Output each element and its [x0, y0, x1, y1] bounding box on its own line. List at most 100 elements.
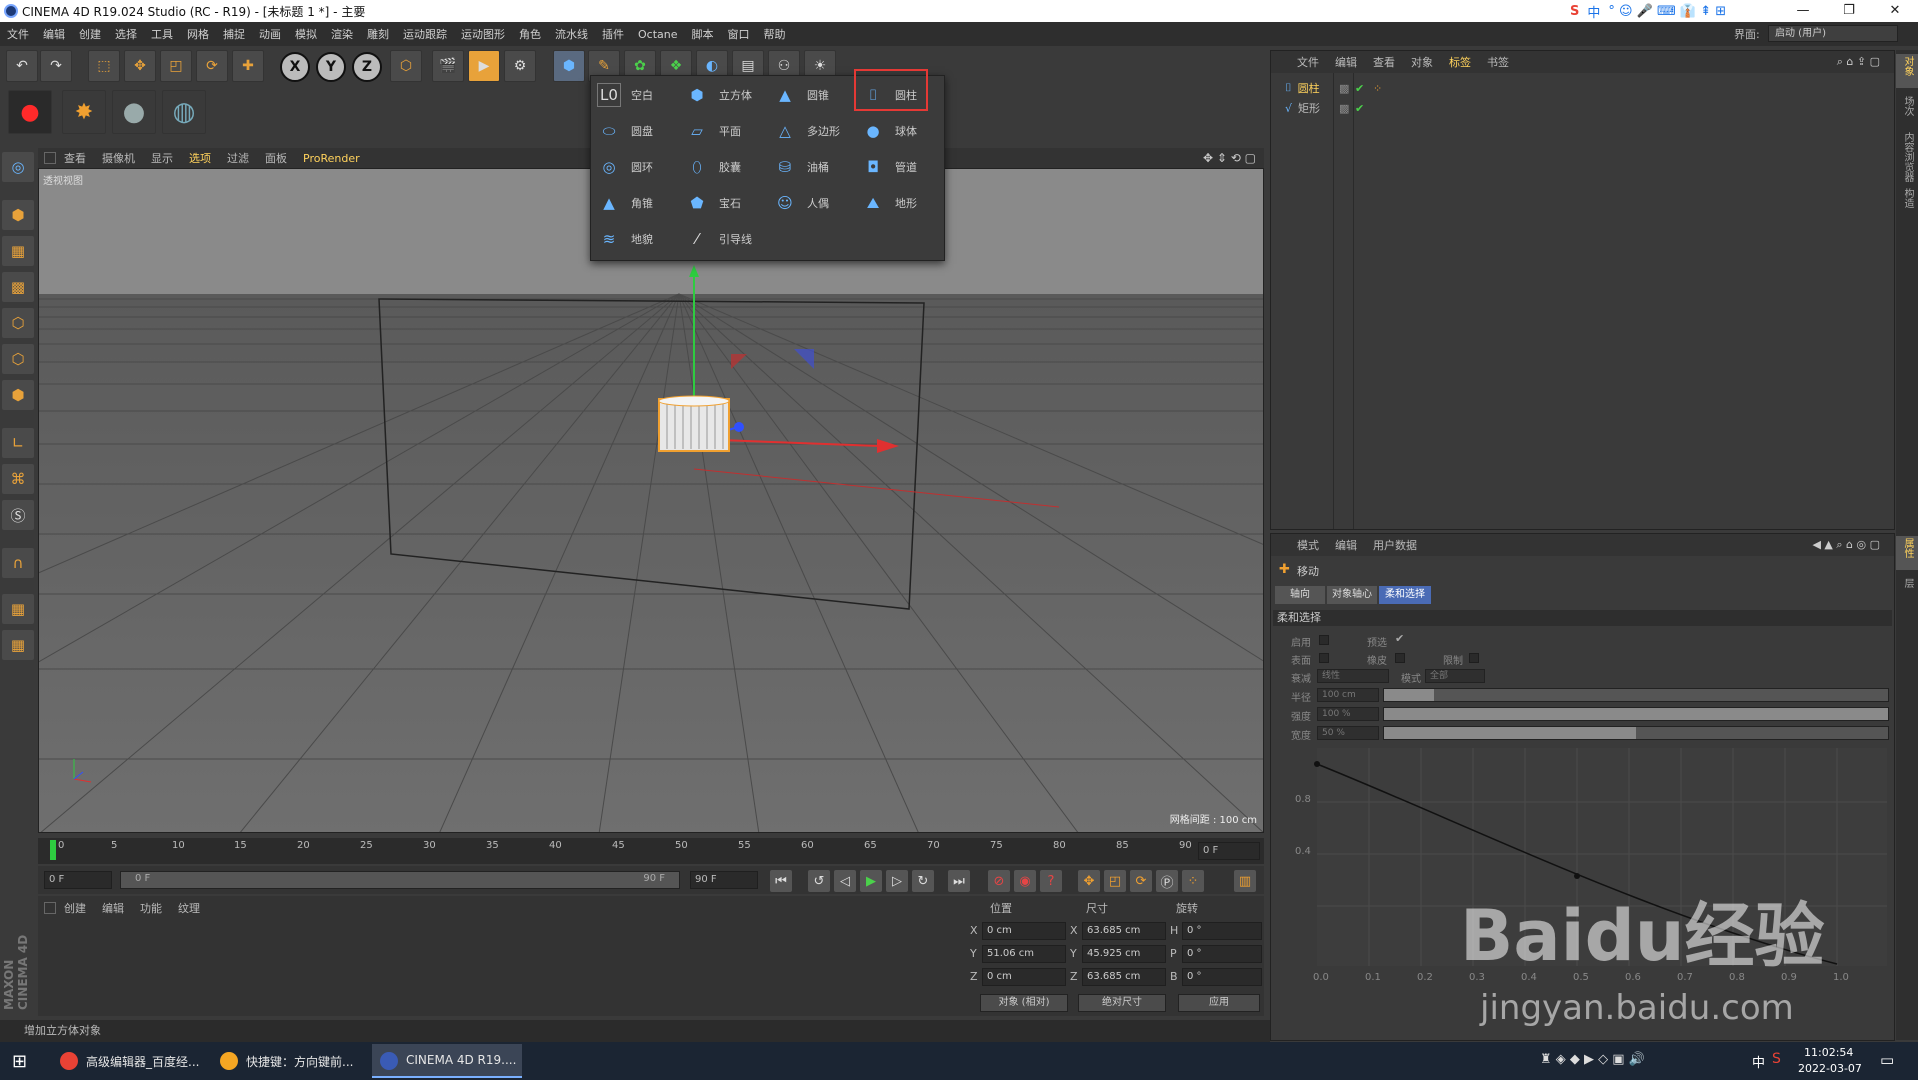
coordinate-system-button[interactable]: ⬡ — [390, 50, 422, 82]
clock-date[interactable]: 2022-03-07 — [1798, 1062, 1862, 1075]
menu-sculpt[interactable]: 雕刻 — [360, 26, 396, 42]
falloff-select[interactable]: 线性 — [1317, 669, 1389, 683]
tab-content-browser[interactable]: 内容浏览器 — [1899, 132, 1915, 182]
strength-slider[interactable] — [1383, 707, 1889, 721]
tab-structure[interactable]: 构造 — [1899, 188, 1915, 208]
menu-file[interactable]: 文件 — [0, 26, 36, 42]
viewport-menu-filter[interactable]: 过滤 — [219, 150, 257, 166]
popup-item-null[interactable]: L0 空白 — [597, 80, 653, 110]
taskbar-app-video[interactable]: 快捷键：方向键前... — [212, 1044, 368, 1078]
key-param-button[interactable]: Ⓟ — [1156, 870, 1178, 892]
prev-frame-button[interactable]: ◁ — [834, 870, 856, 892]
material-menu-texture[interactable]: 纹理 — [170, 900, 208, 916]
pos-y-input[interactable]: 51.06 cm — [982, 945, 1066, 963]
minimize-button[interactable]: — — [1780, 0, 1826, 22]
notification-icon[interactable]: ▭ — [1880, 1051, 1894, 1069]
popup-item-oil-tank[interactable]: ⛁ 油桶 — [773, 152, 829, 182]
goto-start-button[interactable]: ⏮ — [770, 870, 792, 892]
restrict-checkbox[interactable] — [1469, 653, 1479, 663]
tab-object-axis[interactable]: 对象轴心 — [1327, 586, 1377, 604]
popup-item-polygon[interactable]: △ 多边形 — [773, 116, 840, 146]
visibility-icon[interactable]: ▩ — [1339, 82, 1349, 95]
popup-item-torus[interactable]: ◎ 圆环 — [597, 152, 653, 182]
obj-menu-bookmarks[interactable]: 书签 — [1479, 54, 1517, 70]
size-z-input[interactable]: 63.685 cm — [1082, 968, 1166, 986]
viewport-menu-options[interactable]: 选项 — [181, 150, 219, 166]
attr-menu-edit[interactable]: 编辑 — [1327, 537, 1365, 553]
playhead[interactable] — [50, 840, 56, 860]
key-position-button[interactable]: ✥ — [1078, 870, 1100, 892]
rot-b-input[interactable]: 0 ° — [1182, 968, 1262, 986]
polygons-mode-tool[interactable]: ⬢ — [2, 380, 34, 410]
grid-lock-tool[interactable]: ▦ — [2, 594, 34, 624]
check-icon[interactable]: ✔ — [1355, 82, 1364, 95]
attr-nav-icons[interactable]: ◀ ▲ ⌕ ⌂ ◎ ▢ — [1804, 538, 1888, 552]
ime-toolbar[interactable]: S 中 ° ☺ 🎤 ⌨ 👔 ⇞ ⊞ — [1562, 0, 1772, 22]
windows-start-icon[interactable]: ⊞ — [12, 1051, 27, 1072]
viewport-menu-panel[interactable]: 面板 — [257, 150, 295, 166]
menu-script[interactable]: 脚本 — [685, 26, 721, 42]
move-button[interactable]: ✥ — [124, 50, 156, 82]
workplane-tool[interactable]: ▩ — [2, 272, 34, 302]
menu-mesh[interactable]: 网格 — [180, 26, 216, 42]
popup-item-cube[interactable]: ⬢ 立方体 — [685, 80, 752, 110]
key-scale-button[interactable]: ◰ — [1104, 870, 1126, 892]
coordinate-mode-select[interactable]: 对象 (相对) — [980, 994, 1068, 1012]
menu-render[interactable]: 渲染 — [324, 26, 360, 42]
taskbar-app-chrome[interactable]: 高级编辑器_百度经... — [52, 1044, 208, 1078]
popup-item-disc[interactable]: ⬭ 圆盘 — [597, 116, 653, 146]
popup-item-plane[interactable]: ▱ 平面 — [685, 116, 741, 146]
popup-item-sphere[interactable]: ● 球体 — [861, 116, 917, 146]
autokey-button[interactable]: ◉ — [1014, 870, 1036, 892]
object-row-cylinder[interactable]: ⌷ 圆柱 ▩ ✔ ⁘ — [1285, 79, 1382, 97]
y-axis-button[interactable]: Y — [316, 52, 346, 82]
globe-tool[interactable]: ◎ — [2, 152, 34, 182]
tweak-tool[interactable]: ⌘ — [2, 464, 34, 494]
popup-item-landscape[interactable]: ⛰ 地形 — [861, 188, 917, 218]
obj-menu-edit[interactable]: 编辑 — [1327, 54, 1365, 70]
x-axis-button[interactable]: X — [280, 52, 310, 82]
tab-layers[interactable]: 层 — [1899, 578, 1915, 588]
obj-search-icons[interactable]: ⌕ ⌂ ⇪ ▢ — [1829, 55, 1888, 69]
width-input[interactable]: 50 % — [1317, 726, 1379, 740]
tag-icon[interactable]: ⁘ — [1373, 82, 1382, 95]
rubber-checkbox[interactable] — [1395, 653, 1405, 663]
start-frame-field[interactable]: 0 F — [44, 871, 112, 889]
viewport-menu-camera[interactable]: 摄像机 — [94, 150, 143, 166]
end-frame-field[interactable]: 90 F — [690, 871, 758, 889]
close-button[interactable]: ✕ — [1872, 0, 1918, 22]
current-frame-field[interactable]: 0 F — [1198, 842, 1260, 860]
tab-soft-selection[interactable]: 柔和选择 — [1379, 586, 1431, 604]
radius-input[interactable]: 100 cm — [1317, 688, 1379, 702]
viewport-nav-icons[interactable]: ✥ ⇕ ⟲ ▢ — [1203, 151, 1256, 165]
menu-character[interactable]: 角色 — [512, 26, 548, 42]
pos-z-input[interactable]: 0 cm — [982, 968, 1066, 986]
size-mode-select[interactable]: 绝对尺寸 — [1078, 994, 1166, 1012]
radius-slider[interactable] — [1383, 688, 1889, 702]
record-button[interactable]: ● — [8, 90, 52, 134]
attr-menu-mode[interactable]: 模式 — [1289, 537, 1327, 553]
play-button[interactable]: ▶ — [860, 870, 882, 892]
material-sphere-button[interactable]: ● — [112, 90, 156, 134]
object-row-rectangle[interactable]: √ 矩形 ▩ ✔ — [1285, 99, 1364, 117]
menu-motion-tracking[interactable]: 运动跟踪 — [396, 26, 454, 42]
model-mode-tool[interactable]: ⬢ — [2, 200, 34, 230]
layout-select[interactable]: 启动 (用户) — [1768, 25, 1898, 42]
material-menu-edit[interactable]: 编辑 — [94, 900, 132, 916]
popup-item-capsule[interactable]: ⬯ 胶囊 — [685, 152, 741, 182]
popup-item-cylinder[interactable]: ⌷ 圆柱 — [861, 80, 917, 110]
check-icon[interactable]: ✔ — [1355, 102, 1364, 115]
rotate-button[interactable]: ⟳ — [196, 50, 228, 82]
next-key-button[interactable]: ↻ — [912, 870, 934, 892]
viewport-menu-display[interactable]: 显示 — [143, 150, 181, 166]
menu-mograph[interactable]: 运动图形 — [454, 26, 512, 42]
timeline-ruler[interactable]: 0 5 10 15 20 25 30 35 40 45 50 55 60 65 … — [38, 838, 1264, 864]
falloff-graph[interactable]: 0.8 0.4 0.0 0.1 0.2 0.3 0.4 0.5 0.6 0.7 … — [1291, 746, 1891, 1016]
undo-button[interactable]: ↶ — [6, 50, 38, 82]
obj-menu-object[interactable]: 对象 — [1403, 54, 1441, 70]
popup-item-relief[interactable]: ≋ 地貌 — [597, 224, 653, 254]
visibility-icon[interactable]: ▩ — [1339, 102, 1349, 115]
record-keys-button[interactable]: ⊘ — [988, 870, 1010, 892]
curve-point[interactable] — [1574, 873, 1580, 879]
menu-snap[interactable]: 捕捉 — [216, 26, 252, 42]
